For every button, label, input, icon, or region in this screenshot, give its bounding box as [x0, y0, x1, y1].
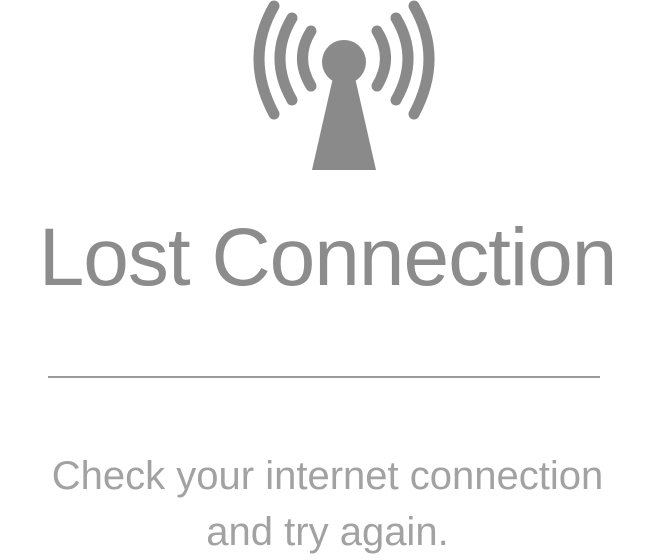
error-message-line-1: Check your internet connection	[51, 454, 604, 498]
page-title: Lost Connection	[38, 212, 618, 303]
antenna-broadcast-icon	[253, 0, 435, 170]
error-message: Check your internet connection and try a…	[0, 448, 655, 560]
error-message-line-2: and try again.	[206, 510, 449, 554]
divider	[48, 376, 600, 378]
